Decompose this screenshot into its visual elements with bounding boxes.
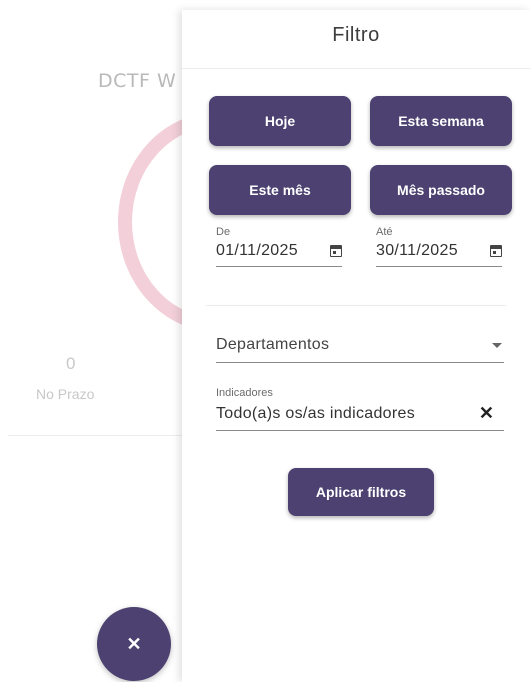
calendar-icon[interactable] [330, 245, 342, 257]
drawer-title: Filtro [332, 24, 380, 46]
date-to-input[interactable]: 30/11/2025 [376, 242, 458, 260]
date-to-field[interactable]: Até 30/11/2025 [376, 226, 502, 267]
this-week-button[interactable]: Esta semana [370, 96, 512, 146]
today-button[interactable]: Hoje [209, 96, 351, 146]
departments-select[interactable]: Departamentos [216, 336, 504, 363]
last-month-button[interactable]: Mês passado [370, 165, 512, 215]
filter-drawer: Filtro Hoje Esta semana Este mês Mês pas… [182, 10, 530, 682]
this-month-button[interactable]: Este mês [209, 165, 351, 215]
indicators-select[interactable]: Indicadores Todo(a)s os/as indicadores ✕ [216, 387, 504, 431]
status-count: 0 [66, 354, 76, 373]
divider [182, 68, 530, 69]
date-from-input[interactable]: 01/11/2025 [216, 242, 298, 260]
close-icon: ✕ [126, 633, 142, 654]
departments-placeholder: Departamentos [216, 336, 330, 353]
indicators-value: Todo(a)s os/as indicadores [216, 404, 416, 422]
date-from-field[interactable]: De 01/11/2025 [216, 226, 342, 267]
divider [8, 435, 188, 436]
apply-filters-button[interactable]: Aplicar filtros [288, 468, 434, 516]
chevron-down-icon[interactable] [492, 342, 502, 348]
clear-icon[interactable]: ✕ [479, 403, 494, 424]
card-title: DCTF W [98, 70, 177, 92]
indicators-label: Indicadores [216, 387, 273, 399]
close-fab-button[interactable]: ✕ [97, 607, 171, 681]
date-to-label: Até [376, 226, 393, 238]
calendar-icon[interactable] [490, 245, 502, 257]
date-from-label: De [216, 226, 231, 238]
status-label: No Prazo [36, 386, 95, 402]
divider [206, 305, 506, 306]
